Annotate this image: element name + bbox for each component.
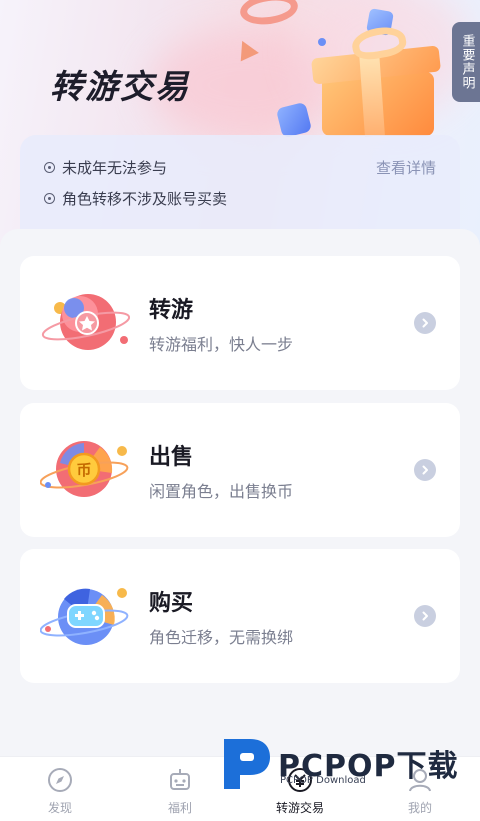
watermark-logo: PCPOP下载 PCPOP Download [218,733,468,795]
notice-tab-label: 重要声明 [459,34,475,90]
bullet-icon [44,162,55,173]
option-title: 转游 [149,298,194,323]
star-planet-icon [41,294,130,350]
dot-decoration [318,38,326,46]
tab-welfare[interactable]: 福利 [140,765,220,816]
option-card-transfer[interactable]: 转游 转游福利，快人一步 [20,256,460,390]
chevron-right-icon[interactable] [414,459,436,481]
option-card-buy[interactable]: 购买 角色迁移，无需换绑 [20,549,460,683]
page-title: 转游交易 [50,67,190,106]
watermark-subtitle: PCPOP Download [280,775,366,786]
robot-icon [170,769,190,790]
notice-item-text: 未成年无法参与 [62,159,168,177]
compass-icon [48,768,72,792]
bullet-icon [44,193,55,204]
ring-decoration [238,0,300,28]
tab-label: 转游交易 [275,801,324,815]
option-title: 购买 [149,591,194,616]
option-subtitle: 转游福利，快人一步 [149,335,294,354]
notice-item: 未成年无法参与 [44,157,167,178]
watermark-p-icon [224,739,270,789]
chevron-right-icon[interactable] [414,312,436,334]
important-notice-tab[interactable]: 重要声明 [452,22,480,102]
option-subtitle: 闲置角色，出售换币 [149,482,294,501]
view-details-link[interactable]: 查看详情 [376,157,436,178]
gamepad-planet-icon [40,588,129,645]
svg-text:币: 币 [76,461,91,479]
chevron-right-icon[interactable] [414,605,436,627]
tab-label: 发现 [47,801,72,815]
tab-discover[interactable]: 发现 [20,765,100,816]
tab-label: 我的 [407,801,432,815]
notice-item: 角色转移不涉及账号买卖 [44,188,227,209]
notice-item-text: 角色转移不涉及账号买卖 [62,190,228,208]
option-card-sell[interactable]: 币 出售 闲置角色，出售换币 [20,403,460,537]
tab-label: 福利 [167,801,192,815]
option-subtitle: 角色迁移，无需换绑 [149,628,294,647]
coin-planet-icon: 币 [40,441,129,497]
option-title: 出售 [149,445,194,470]
